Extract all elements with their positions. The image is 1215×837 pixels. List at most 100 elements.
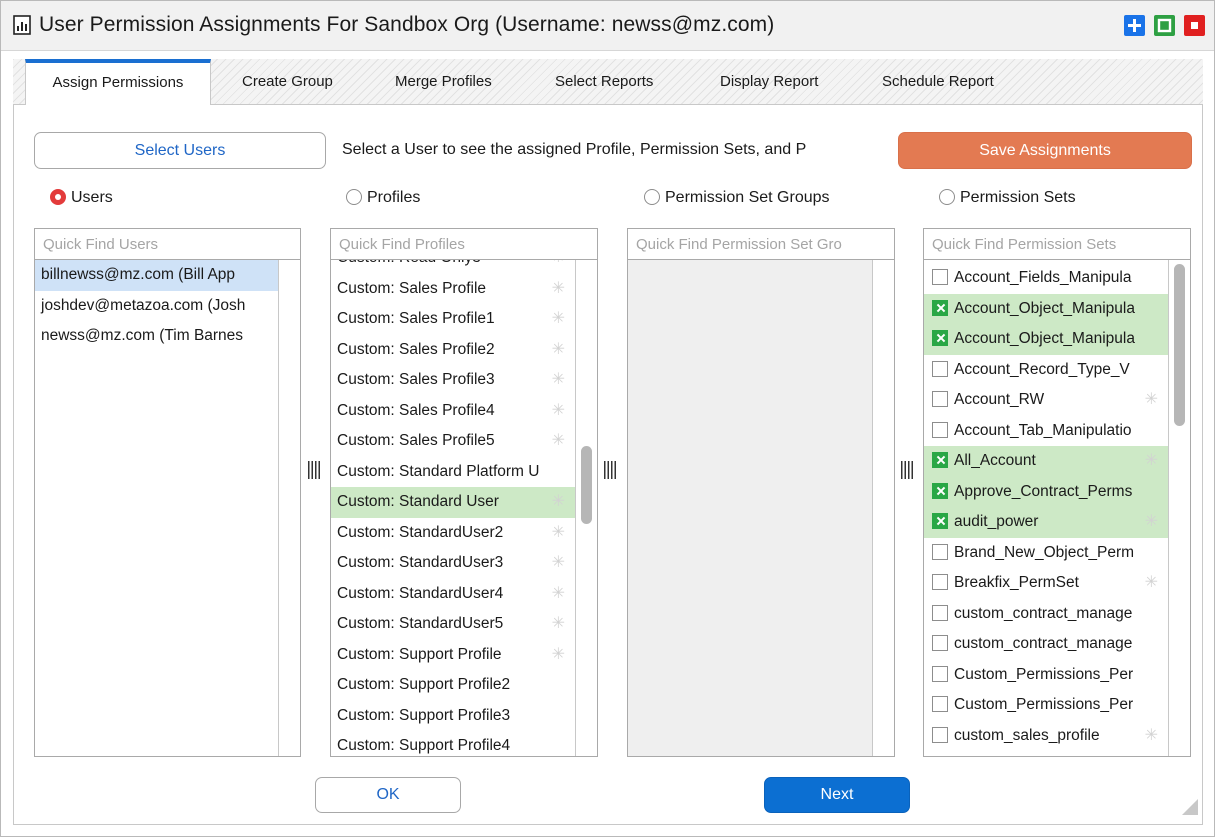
permission-set-list-item[interactable]: All_Account ✳ [924, 446, 1168, 477]
profile-list-item-label: Custom: StandardUser5 [337, 615, 504, 632]
profile-list-item-label: Custom: Sales Profile3 [337, 371, 495, 388]
permission-set-groups-list[interactable] [627, 260, 895, 757]
unchecked-checkbox-icon[interactable] [932, 269, 948, 285]
profile-list-item[interactable]: Custom: Read Only3 ✳ [331, 260, 575, 274]
profile-list-item[interactable]: Custom: Support Profile3 [331, 701, 575, 732]
profile-list-item[interactable]: Custom: Sales Profile5 ✳ [331, 426, 575, 457]
profiles-list[interactable]: Custom: Read Only3✳Custom: Sales Profile… [330, 260, 598, 757]
users-search-input[interactable] [34, 228, 301, 260]
psg-scrollbar[interactable] [872, 260, 894, 756]
users-list[interactable]: billnewss@mz.com (Bill App joshdev@metazo… [34, 260, 301, 757]
psg-search-input[interactable] [627, 228, 895, 260]
tab-create-group[interactable]: Create Group [242, 59, 333, 105]
profile-list-item-label: Custom: Support Profile3 [337, 706, 511, 724]
permission-set-list-item[interactable]: Account_RW ✳ [924, 385, 1168, 416]
user-list-item-label: joshdev@metazoa.com (Josh [41, 296, 246, 314]
profile-list-item[interactable]: Custom: Support Profile ✳ [331, 640, 575, 671]
radio-users[interactable]: Users [50, 189, 113, 207]
profile-list-item[interactable]: Custom: Sales Profile2 ✳ [331, 335, 575, 366]
permission-set-list-item[interactable]: custom_sales_profile ✳ [924, 721, 1168, 752]
ps-search-input[interactable] [923, 228, 1191, 260]
permission-set-list-item-label: Account_Object_Manipula [954, 330, 1135, 347]
profile-list-item[interactable]: Custom: StandardUser4 ✳ [331, 579, 575, 610]
splitter-grip-icon[interactable] [308, 461, 320, 479]
permission-set-list-item-label: audit_power [954, 513, 1039, 530]
radio-profiles[interactable]: Profiles [346, 189, 420, 207]
unchecked-checkbox-icon[interactable] [932, 574, 948, 590]
permission-sets-list[interactable]: Account_Fields_Manipula Account_Object_Ma… [923, 260, 1191, 757]
permission-set-list-item[interactable]: Approve_Contract_Perms [924, 476, 1168, 507]
ok-button[interactable]: OK [315, 777, 461, 813]
profile-list-item[interactable]: Custom: Sales Profile4 ✳ [331, 396, 575, 427]
permission-set-list-item[interactable]: Account_Fields_Manipula [924, 263, 1168, 294]
users-scrollbar[interactable] [278, 260, 300, 756]
checked-checkbox-icon[interactable] [932, 452, 948, 468]
tab-merge-profiles[interactable]: Merge Profiles [395, 59, 492, 105]
select-users-button[interactable]: Select Users [34, 132, 326, 169]
unchecked-checkbox-icon[interactable] [932, 696, 948, 712]
asterisk-icon: ✳ [551, 645, 565, 663]
permission-set-list-item[interactable]: custom_contract_manage [924, 629, 1168, 660]
user-list-item[interactable]: billnewss@mz.com (Bill App [35, 260, 278, 291]
profiles-list-items: Custom: Read Only3✳Custom: Sales Profile… [331, 260, 575, 756]
profile-list-item[interactable]: Custom: Support Profile2 [331, 670, 575, 701]
user-list-item[interactable]: joshdev@metazoa.com (Josh [35, 291, 278, 322]
unchecked-checkbox-icon[interactable] [932, 726, 948, 743]
profile-list-item[interactable]: Custom: StandardUser5 ✳ [331, 609, 575, 640]
checked-checkbox-icon[interactable] [932, 330, 948, 346]
profiles-search-input[interactable] [330, 228, 598, 260]
profile-list-item-label: Custom: StandardUser4 [337, 584, 504, 602]
permission-set-list-item[interactable]: Custom_Permissions_Per [924, 690, 1168, 721]
user-list-item[interactable]: newss@mz.com (Tim Barnes [35, 321, 278, 352]
tab-schedule-report[interactable]: Schedule Report [882, 59, 994, 105]
profiles-scroll-thumb[interactable] [581, 446, 592, 524]
splitter-grip-icon[interactable] [901, 461, 913, 479]
checked-checkbox-icon[interactable] [932, 299, 948, 316]
tab-assign-permissions[interactable]: Assign Permissions [25, 59, 211, 106]
radio-permission-sets[interactable]: Permission Sets [939, 189, 1076, 207]
permission-set-list-item[interactable]: Account_Record_Type_V [924, 355, 1168, 386]
unchecked-checkbox-icon[interactable] [932, 665, 948, 682]
next-button[interactable]: Next [764, 777, 910, 813]
unchecked-checkbox-icon[interactable] [932, 360, 948, 377]
unchecked-checkbox-icon[interactable] [932, 391, 948, 407]
permission-set-list-item[interactable]: audit_power ✳ [924, 507, 1168, 538]
profile-list-item[interactable]: Custom: Support Profile4 [331, 731, 575, 756]
permission-set-list-item[interactable]: Account_Object_Manipula [924, 293, 1168, 324]
unchecked-checkbox-icon[interactable] [932, 604, 948, 621]
profile-list-item[interactable]: Custom: Sales Profile1 ✳ [331, 304, 575, 335]
permission-set-list-item[interactable]: Account_Object_Manipula [924, 324, 1168, 355]
radio-permission-set-groups[interactable]: Permission Set Groups [644, 189, 830, 207]
permission-set-list-item[interactable]: custom_contract_manage [924, 599, 1168, 630]
tab-select-reports[interactable]: Select Reports [555, 59, 653, 105]
profile-list-item[interactable]: Custom: Sales Profile ✳ [331, 274, 575, 305]
profiles-scrollbar[interactable] [575, 260, 597, 756]
splitter-grip-icon[interactable] [604, 461, 616, 479]
permission-set-list-item[interactable]: Account_Tab_Manipulatio [924, 416, 1168, 447]
unchecked-checkbox-icon[interactable] [932, 543, 948, 560]
ps-scrollbar[interactable] [1168, 260, 1190, 756]
profile-list-item[interactable]: Custom: StandardUser2 ✳ [331, 518, 575, 549]
profile-list-item[interactable]: Custom: StandardUser3 ✳ [331, 548, 575, 579]
radio-selected-icon [50, 189, 66, 205]
checked-checkbox-icon[interactable] [932, 513, 948, 529]
permission-set-list-item[interactable]: Breakfix_PermSet ✳ [924, 568, 1168, 599]
checked-checkbox-icon[interactable] [932, 482, 948, 499]
maximize-button[interactable] [1124, 15, 1145, 36]
permission-set-list-item[interactable]: Custom_Permissions_Per [924, 660, 1168, 691]
unchecked-checkbox-icon[interactable] [932, 635, 948, 651]
profile-list-item-label: Custom: Support Profile [337, 645, 502, 663]
ps-scroll-thumb[interactable] [1174, 264, 1185, 426]
radio-unselected-icon [939, 189, 955, 205]
permission-set-list-item[interactable]: Brand_New_Object_Perm [924, 538, 1168, 569]
close-button[interactable] [1184, 15, 1205, 36]
tab-display-report[interactable]: Display Report [720, 59, 818, 105]
resize-grip-icon[interactable] [1182, 799, 1198, 820]
unchecked-checkbox-icon[interactable] [932, 421, 948, 438]
restore-button[interactable] [1154, 15, 1175, 36]
profile-list-item[interactable]: Custom: Sales Profile3 ✳ [331, 365, 575, 396]
profile-list-item[interactable]: Custom: Standard Platform U [331, 457, 575, 488]
profile-list-item[interactable]: Custom: Standard User ✳ [331, 487, 575, 518]
asterisk-icon: ✳ [551, 615, 565, 632]
save-assignments-button[interactable]: Save Assignments [898, 132, 1192, 169]
